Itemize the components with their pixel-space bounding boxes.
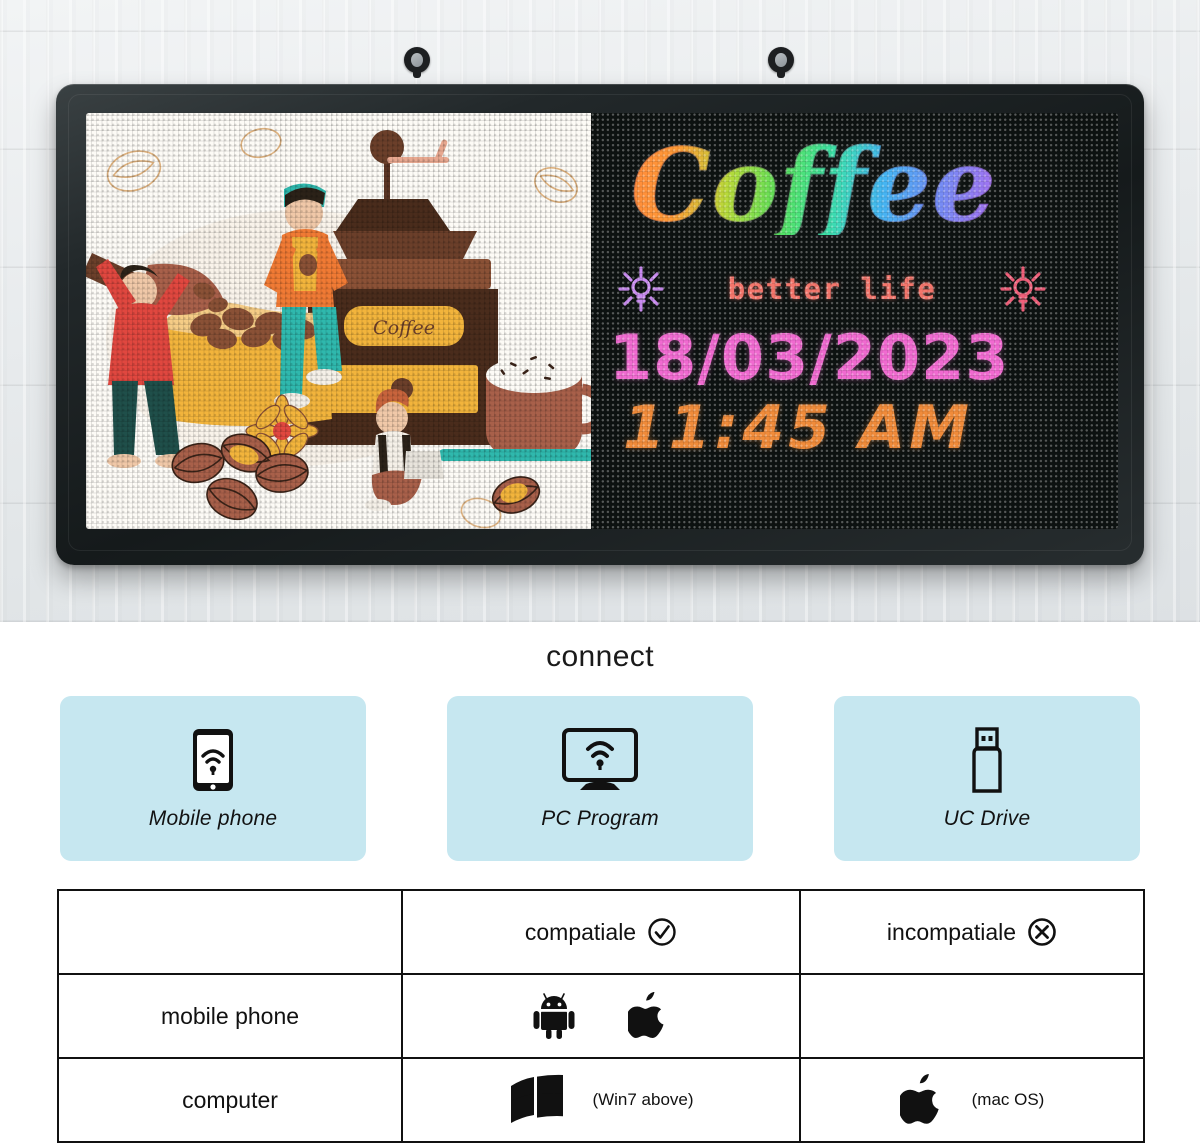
led-left-illustration: Coffee xyxy=(86,113,591,529)
connect-card-label: Mobile phone xyxy=(148,806,278,830)
row-label-computer: computer xyxy=(57,1057,403,1143)
led-tagline-row: better life xyxy=(617,265,1047,313)
connect-card-uc-drive[interactable]: UC Drive xyxy=(834,696,1140,861)
incompatible-label: incompatiale xyxy=(886,918,1017,945)
led-sign-frame: Coffee Coffee better life 18/03/2023 11:… xyxy=(56,84,1144,565)
usb-drive-icon xyxy=(963,726,1011,793)
win-version-note: (Win7 above) xyxy=(592,1090,694,1109)
table-row: computer (Win7 above) (mac OS) xyxy=(57,1057,1145,1143)
compatibility-table: compatiale incompatiale mobile phone com… xyxy=(57,889,1145,1143)
hanging-eyelet-right xyxy=(768,47,794,78)
circle-x-icon xyxy=(1028,918,1056,946)
compatible-label: compatiale xyxy=(524,918,637,945)
table-row: mobile phone xyxy=(57,973,1145,1059)
monitor-wifi-icon xyxy=(560,727,640,793)
connect-section: connect Mobile phone PC Program UC Drive… xyxy=(0,622,1200,1148)
connect-card-label: UC Drive xyxy=(943,806,1031,830)
header-incompatible-cell: incompatiale xyxy=(799,889,1145,975)
row-mobile-compatible-cell xyxy=(401,973,801,1059)
hero-product-photo: Coffee Coffee better life 18/03/2023 11:… xyxy=(0,0,1200,622)
row-computer-compatible-cell: (Win7 above) xyxy=(401,1057,801,1143)
circle-check-icon xyxy=(648,918,676,946)
connect-card-mobile-phone[interactable]: Mobile phone xyxy=(60,696,366,861)
windows-icon xyxy=(511,1074,564,1123)
hanging-eyelet-left xyxy=(404,47,430,78)
svg-text:Coffee: Coffee xyxy=(373,317,435,339)
lightbulb-burst-right-icon xyxy=(1000,266,1046,312)
row-computer-incompatible-cell: (mac OS) xyxy=(799,1057,1145,1143)
coffee-scene-illustration: Coffee xyxy=(86,113,591,529)
mobile-phone-wifi-icon xyxy=(190,727,236,793)
apple-icon xyxy=(628,992,664,1038)
connect-card-label: PC Program xyxy=(541,806,659,830)
lightbulb-burst-left-icon xyxy=(618,266,664,312)
header-blank-cell xyxy=(57,889,403,975)
led-headline: Coffee xyxy=(631,126,997,244)
apple-icon xyxy=(899,1074,939,1124)
connect-title: connect xyxy=(546,640,654,673)
mac-version-note: (mac OS) xyxy=(971,1090,1045,1109)
row-mobile-incompatible-cell xyxy=(799,973,1145,1059)
connect-card-pc-program[interactable]: PC Program xyxy=(447,696,753,861)
led-date: 18/03/2023 xyxy=(609,321,1010,394)
led-right-textpanel: Coffee better life 18/03/2023 11:45 AM xyxy=(591,113,1118,529)
led-time: 11:45 AM xyxy=(623,393,974,463)
android-icon xyxy=(533,993,575,1039)
header-compatible-cell: compatiale xyxy=(401,889,801,975)
led-tagline: better life xyxy=(727,272,937,306)
row-label-mobile-phone: mobile phone xyxy=(57,973,403,1059)
connect-methods: Mobile phone PC Program UC Drive xyxy=(0,696,1200,861)
table-header-row: compatiale incompatiale xyxy=(57,889,1145,975)
led-display-panel: Coffee Coffee better life 18/03/2023 11:… xyxy=(86,113,1118,529)
